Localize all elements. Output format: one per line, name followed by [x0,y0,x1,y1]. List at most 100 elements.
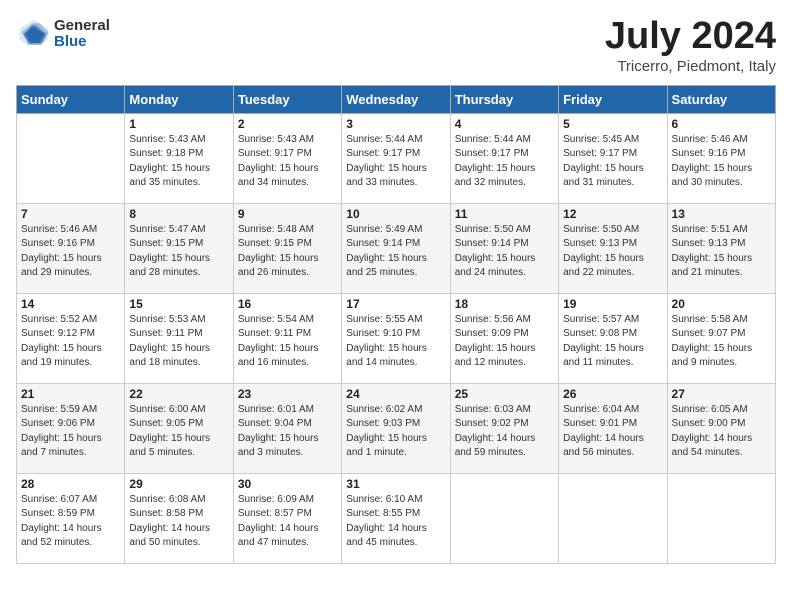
calendar-cell: 17 Sunrise: 5:55 AM Sunset: 9:10 PM Dayli… [342,293,450,383]
day-header-sunday: Sunday [17,85,125,113]
day-number: 25 [455,387,554,401]
day-info: Sunrise: 6:05 AM Sunset: 9:00 PM Dayligh… [672,403,771,461]
day-number: 30 [238,477,337,491]
calendar-cell: 30Sunrise: 6:09 AM Sunset: 8:57 PM Dayli… [233,473,341,563]
day-info: Sunrise: 5:56 AM Sunset: 9:09 PM Dayligh… [455,313,554,371]
day-info: Sunrise: 5:50 AM Sunset: 9:13 PM Dayligh… [563,223,662,281]
day-number: 7 [21,207,120,221]
day-info: Sunrise: 5:46 AM Sunset: 9:16 PM Dayligh… [21,223,120,281]
title-block: July 2024 Tricerro, Piedmont, Italy [605,16,776,75]
day-info: Sunrise: 6:03 AM Sunset: 9:02 PM Dayligh… [455,403,554,461]
day-number: 3 [346,117,445,131]
day-info: Sunrise: 6:00 AM Sunset: 9:05 PM Dayligh… [129,403,228,461]
calendar-cell: 22 Sunrise: 6:00 AM Sunset: 9:05 PM Dayli… [125,383,233,473]
day-number: 31 [346,477,445,491]
day-number: 1 [129,117,228,131]
calendar-cell: 13Sunrise: 5:51 AM Sunset: 9:13 PM Dayli… [667,203,775,293]
calendar-cell [17,113,125,203]
logo: General Blue [16,16,110,52]
calendar-cell: 24 Sunrise: 6:02 AM Sunset: 9:03 PM Dayli… [342,383,450,473]
calendar-week-row: 14 Sunrise: 5:52 AM Sunset: 9:12 PM Dayli… [17,293,776,383]
logo-text: General Blue [54,18,110,51]
day-info: Sunrise: 5:48 AM Sunset: 9:15 PM Dayligh… [238,223,337,281]
day-info: Sunrise: 5:54 AM Sunset: 9:11 PM Dayligh… [238,313,337,371]
calendar-week-row: 28Sunrise: 6:07 AM Sunset: 8:59 PM Dayli… [17,473,776,563]
day-info: Sunrise: 6:01 AM Sunset: 9:04 PM Dayligh… [238,403,337,461]
day-info: Sunrise: 5:57 AM Sunset: 9:08 PM Dayligh… [563,313,662,371]
location: Tricerro, Piedmont, Italy [605,58,776,75]
calendar-cell: 23 Sunrise: 6:01 AM Sunset: 9:04 PM Dayli… [233,383,341,473]
day-number: 2 [238,117,337,131]
day-header-tuesday: Tuesday [233,85,341,113]
day-info: Sunrise: 6:10 AM Sunset: 8:55 PM Dayligh… [346,493,445,551]
day-info: Sunrise: 5:51 AM Sunset: 9:13 PM Dayligh… [672,223,771,281]
day-number: 26 [563,387,662,401]
day-info: Sunrise: 5:46 AM Sunset: 9:16 PM Dayligh… [672,133,771,191]
calendar-cell [667,473,775,563]
day-number: 24 [346,387,445,401]
day-number: 14 [21,297,120,311]
day-info: Sunrise: 5:53 AM Sunset: 9:11 PM Dayligh… [129,313,228,371]
calendar-cell [559,473,667,563]
day-number: 16 [238,297,337,311]
day-number: 6 [672,117,771,131]
day-header-saturday: Saturday [667,85,775,113]
day-header-thursday: Thursday [450,85,558,113]
day-info: Sunrise: 5:44 AM Sunset: 9:17 PM Dayligh… [346,133,445,191]
day-number: 15 [129,297,228,311]
day-info: Sunrise: 5:49 AM Sunset: 9:14 PM Dayligh… [346,223,445,281]
day-number: 10 [346,207,445,221]
calendar-cell: 14 Sunrise: 5:52 AM Sunset: 9:12 PM Dayli… [17,293,125,383]
day-info: Sunrise: 5:47 AM Sunset: 9:15 PM Dayligh… [129,223,228,281]
calendar-cell: 3 Sunrise: 5:44 AM Sunset: 9:17 PM Daylig… [342,113,450,203]
calendar-cell [450,473,558,563]
calendar-cell: 21 Sunrise: 5:59 AM Sunset: 9:06 PM Dayli… [17,383,125,473]
calendar-cell: 4Sunrise: 5:44 AM Sunset: 9:17 PM Daylig… [450,113,558,203]
calendar-cell: 11Sunrise: 5:50 AM Sunset: 9:14 PM Dayli… [450,203,558,293]
day-number: 20 [672,297,771,311]
calendar-cell: 6 Sunrise: 5:46 AM Sunset: 9:16 PM Daylig… [667,113,775,203]
calendar-cell: 1Sunrise: 5:43 AM Sunset: 9:18 PM Daylig… [125,113,233,203]
day-info: Sunrise: 5:52 AM Sunset: 9:12 PM Dayligh… [21,313,120,371]
calendar-cell: 7 Sunrise: 5:46 AM Sunset: 9:16 PM Daylig… [17,203,125,293]
day-number: 27 [672,387,771,401]
day-info: Sunrise: 5:44 AM Sunset: 9:17 PM Dayligh… [455,133,554,191]
day-number: 5 [563,117,662,131]
day-header-friday: Friday [559,85,667,113]
day-number: 21 [21,387,120,401]
day-info: Sunrise: 6:08 AM Sunset: 8:58 PM Dayligh… [129,493,228,551]
calendar-cell: 19 Sunrise: 5:57 AM Sunset: 9:08 PM Dayli… [559,293,667,383]
day-number: 17 [346,297,445,311]
calendar-cell: 5Sunrise: 5:45 AM Sunset: 9:17 PM Daylig… [559,113,667,203]
calendar-header-row: SundayMondayTuesdayWednesdayThursdayFrid… [17,85,776,113]
day-header-wednesday: Wednesday [342,85,450,113]
day-info: Sunrise: 5:55 AM Sunset: 9:10 PM Dayligh… [346,313,445,371]
calendar-cell: 20 Sunrise: 5:58 AM Sunset: 9:07 PM Dayli… [667,293,775,383]
day-info: Sunrise: 5:43 AM Sunset: 9:17 PM Dayligh… [238,133,337,191]
calendar-cell: 31 Sunrise: 6:10 AM Sunset: 8:55 PM Dayli… [342,473,450,563]
day-info: Sunrise: 5:59 AM Sunset: 9:06 PM Dayligh… [21,403,120,461]
day-info: Sunrise: 5:50 AM Sunset: 9:14 PM Dayligh… [455,223,554,281]
calendar-cell: 27 Sunrise: 6:05 AM Sunset: 9:00 PM Dayli… [667,383,775,473]
calendar-week-row: 1Sunrise: 5:43 AM Sunset: 9:18 PM Daylig… [17,113,776,203]
logo-general: General [54,18,110,35]
calendar-cell: 18 Sunrise: 5:56 AM Sunset: 9:09 PM Dayli… [450,293,558,383]
day-info: Sunrise: 5:58 AM Sunset: 9:07 PM Dayligh… [672,313,771,371]
calendar-table: SundayMondayTuesdayWednesdayThursdayFrid… [16,85,776,564]
day-number: 22 [129,387,228,401]
day-number: 19 [563,297,662,311]
calendar-week-row: 7 Sunrise: 5:46 AM Sunset: 9:16 PM Daylig… [17,203,776,293]
day-number: 12 [563,207,662,221]
day-number: 29 [129,477,228,491]
day-header-monday: Monday [125,85,233,113]
calendar-cell: 26Sunrise: 6:04 AM Sunset: 9:01 PM Dayli… [559,383,667,473]
day-number: 28 [21,477,120,491]
calendar-week-row: 21 Sunrise: 5:59 AM Sunset: 9:06 PM Dayli… [17,383,776,473]
day-number: 23 [238,387,337,401]
day-info: Sunrise: 6:02 AM Sunset: 9:03 PM Dayligh… [346,403,445,461]
calendar-cell: 8Sunrise: 5:47 AM Sunset: 9:15 PM Daylig… [125,203,233,293]
logo-blue: Blue [54,34,110,51]
day-number: 18 [455,297,554,311]
month-title: July 2024 [605,16,776,58]
logo-icon [16,16,52,52]
